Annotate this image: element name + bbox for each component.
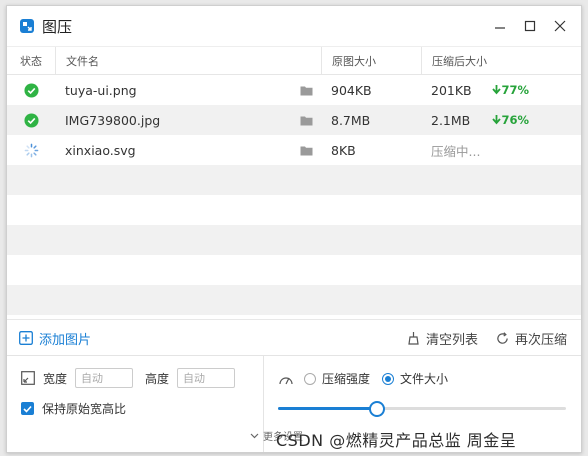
original-size: 8KB — [331, 142, 356, 158]
table-header: 状态 文件名 原图大小 压缩后大小 — [7, 46, 581, 75]
checkbox-checked-icon — [21, 402, 34, 415]
empty-row — [7, 285, 581, 315]
action-toolbar: 添加图片 清空列表 再次压缩 — [7, 319, 581, 356]
add-box-icon — [19, 331, 33, 345]
clear-list-button[interactable]: 清空列表 — [407, 329, 478, 348]
file-list: tuya-ui.png 904KB 201KB 77% IMG739800.jp… — [7, 75, 581, 315]
minimize-icon — [495, 27, 505, 29]
compressing-status: 压缩中... — [431, 143, 481, 159]
close-button[interactable] — [547, 15, 573, 37]
original-size: 8.7MB — [331, 112, 371, 128]
close-icon — [554, 20, 566, 32]
col-compressed-size[interactable]: 压缩后大小 — [421, 47, 539, 74]
app-title: 图压 — [42, 17, 73, 36]
mode-size-label: 文件大小 — [400, 372, 449, 386]
add-image-label: 添加图片 — [39, 332, 92, 348]
folder-icon[interactable] — [300, 115, 313, 126]
table-row[interactable]: tuya-ui.png 904KB 201KB 77% — [7, 75, 581, 105]
width-label: 宽度 — [43, 371, 68, 386]
add-image-button[interactable]: 添加图片 — [19, 329, 91, 348]
height-label: 高度 — [145, 371, 170, 386]
arrow-down-icon — [492, 85, 502, 95]
minimize-button[interactable] — [487, 15, 513, 37]
radio-strength[interactable] — [304, 372, 316, 385]
empty-row — [7, 255, 581, 285]
reduction-percent-text: 77% — [501, 83, 529, 97]
file-name: xinxiao.svg — [65, 142, 136, 158]
watermark-text: CSDN @燃精灵产品总监 周金呈 — [276, 431, 517, 450]
original-size: 904KB — [331, 82, 372, 98]
spinner-icon — [24, 143, 38, 157]
check-circle-icon — [23, 82, 39, 98]
arrow-down-icon — [492, 115, 502, 125]
app-logo-icon — [20, 19, 34, 33]
resize-settings: 宽度 自动 高度 自动 保持原始宽高比 — [7, 356, 264, 452]
app-window: 图压 状态 文件名 原图大小 压缩后大小 tuya-ui.png 904KB 2… — [6, 5, 582, 453]
mode-strength-label: 压缩强度 — [322, 372, 371, 386]
col-original-size[interactable]: 原图大小 — [321, 47, 421, 74]
empty-row — [7, 195, 581, 225]
height-input[interactable]: 自动 — [177, 368, 236, 388]
table-row[interactable]: xinxiao.svg 8KB 压缩中... — [7, 135, 581, 165]
refresh-icon — [497, 331, 508, 344]
height-placeholder: 自动 — [183, 372, 206, 385]
radio-file-size[interactable] — [382, 372, 395, 385]
file-name: tuya-ui.png — [65, 82, 137, 98]
maximize-button[interactable] — [517, 15, 543, 37]
title-bar: 图压 — [7, 6, 581, 46]
width-input[interactable]: 自动 — [75, 368, 134, 388]
empty-row — [7, 165, 581, 195]
col-name[interactable]: 文件名 — [55, 47, 321, 74]
recompress-button[interactable]: 再次压缩 — [496, 329, 567, 348]
slider-fill — [278, 407, 376, 410]
keep-ratio-checkbox[interactable]: 保持原始宽高比 — [21, 400, 126, 417]
col-status[interactable]: 状态 — [7, 47, 55, 74]
chevron-down-icon — [250, 433, 259, 438]
compressed-size: 201KB — [431, 82, 472, 98]
table-row[interactable]: IMG739800.jpg 8.7MB 2.1MB 76% — [7, 105, 581, 135]
compressed-size: 2.1MB — [431, 112, 471, 128]
file-name: IMG739800.jpg — [65, 112, 161, 128]
reduction-percent: 76% — [492, 113, 529, 128]
compression-slider[interactable] — [278, 401, 566, 417]
gauge-icon — [279, 376, 293, 384]
recompress-label: 再次压缩 — [514, 332, 567, 348]
folder-icon[interactable] — [300, 145, 313, 156]
reduction-percent-text: 76% — [501, 113, 529, 127]
slider-handle[interactable] — [368, 401, 385, 417]
check-circle-icon — [23, 112, 39, 128]
empty-row — [7, 225, 581, 255]
width-placeholder: 自动 — [81, 372, 104, 385]
clear-list-label: 清空列表 — [425, 332, 478, 348]
keep-ratio-label: 保持原始宽高比 — [42, 402, 127, 416]
resize-icon — [21, 371, 35, 385]
maximize-icon — [524, 20, 536, 32]
reduction-percent: 77% — [492, 83, 529, 98]
broom-icon — [408, 332, 419, 345]
folder-icon[interactable] — [300, 85, 313, 96]
